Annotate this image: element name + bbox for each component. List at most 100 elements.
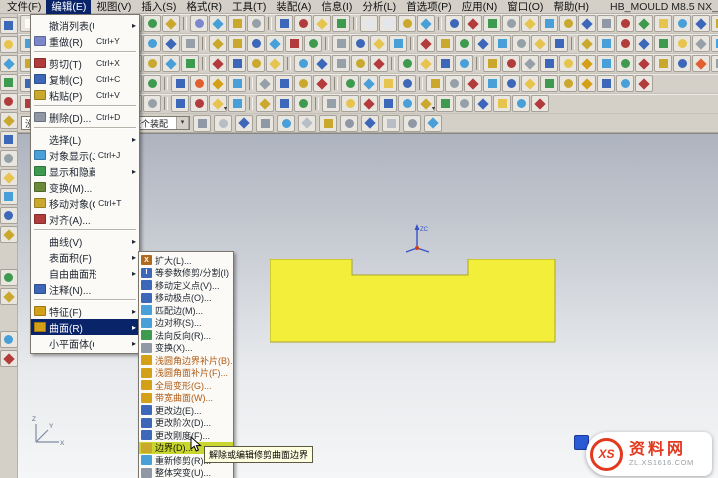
toolbar-icon[interactable] bbox=[711, 15, 718, 32]
selection-tool-icon[interactable] bbox=[214, 115, 232, 132]
toolbar-icon[interactable] bbox=[181, 35, 199, 52]
toolbar-icon[interactable] bbox=[616, 75, 634, 92]
toolbar-icon[interactable] bbox=[521, 15, 539, 32]
surface-submenu-item[interactable]: 浅圆角边界补片(B)... bbox=[139, 354, 233, 367]
surface-submenu-item[interactable]: 更改刚度(F)... bbox=[139, 429, 233, 442]
toolbar-icon[interactable] bbox=[711, 55, 718, 72]
menubar-item[interactable]: 分析(L) bbox=[357, 0, 401, 15]
toolbar-icon[interactable] bbox=[417, 15, 435, 32]
left-toolbar-icon[interactable] bbox=[0, 207, 18, 224]
left-toolbar-icon[interactable] bbox=[0, 131, 18, 148]
toolbar-icon[interactable] bbox=[483, 75, 501, 92]
toolbar-icon[interactable] bbox=[256, 75, 274, 92]
toolbar-icon[interactable] bbox=[379, 95, 397, 112]
toolbar-icon[interactable] bbox=[304, 35, 322, 52]
surface-submenu-item[interactable]: 全局变形(G)... bbox=[139, 379, 233, 392]
toolbar-icon[interactable] bbox=[351, 35, 369, 52]
menubar-item[interactable]: 工具(T) bbox=[227, 0, 271, 15]
selection-tool-icon[interactable] bbox=[361, 115, 379, 132]
toolbar-icon[interactable] bbox=[398, 75, 416, 92]
toolbar-icon[interactable] bbox=[436, 35, 454, 52]
toolbar-icon[interactable] bbox=[266, 35, 284, 52]
left-toolbar-icon[interactable] bbox=[0, 93, 18, 110]
selection-tool-icon[interactable] bbox=[256, 115, 274, 132]
toolbar-icon[interactable] bbox=[654, 55, 672, 72]
surface-submenu-item[interactable]: X扩大(L)... bbox=[139, 254, 233, 267]
edit-menu-item[interactable]: 对象显示(J)...Ctrl+J bbox=[31, 147, 139, 163]
toolbar-icon[interactable] bbox=[512, 95, 530, 112]
edit-menu-item[interactable]: 选择(L)▸ bbox=[31, 131, 139, 147]
toolbar-icon[interactable] bbox=[398, 55, 416, 72]
toolbar-icon[interactable] bbox=[559, 15, 577, 32]
toolbar-icon[interactable] bbox=[379, 75, 397, 92]
edit-menu-item[interactable]: 曲面(R)▸ bbox=[31, 319, 139, 335]
toolbar-icon[interactable] bbox=[417, 35, 435, 52]
toolbar-icon[interactable] bbox=[616, 15, 634, 32]
surface-submenu-item[interactable]: 法向反向(R)... bbox=[139, 329, 233, 342]
toolbar-icon[interactable] bbox=[398, 15, 416, 32]
menubar-item[interactable]: 视图(V) bbox=[91, 0, 136, 15]
edit-menu-item[interactable]: 注释(N)... bbox=[31, 281, 139, 297]
toolbar-icon[interactable] bbox=[398, 95, 416, 112]
surface-submenu-item[interactable]: 变换(X)... bbox=[139, 342, 233, 355]
toolbar-icon[interactable] bbox=[474, 95, 492, 112]
menubar-item[interactable]: 应用(N) bbox=[457, 0, 503, 15]
toolbar-icon[interactable] bbox=[635, 15, 653, 32]
edit-menu-item[interactable]: 删除(D)...Ctrl+D bbox=[31, 109, 139, 125]
edit-menu-item[interactable]: 重做(R)Ctrl+Y bbox=[31, 33, 139, 49]
menubar-item[interactable]: 帮助(H) bbox=[548, 0, 594, 15]
toolbar-icon[interactable] bbox=[228, 15, 246, 32]
toolbar-icon[interactable] bbox=[578, 55, 596, 72]
toolbar-icon[interactable] bbox=[521, 75, 539, 92]
toolbar-icon[interactable] bbox=[692, 55, 710, 72]
selection-tool-icon[interactable] bbox=[340, 115, 358, 132]
toolbar-icon[interactable] bbox=[436, 95, 454, 112]
toolbar-icon[interactable] bbox=[162, 55, 180, 72]
toolbar-icon[interactable] bbox=[540, 75, 558, 92]
toolbar-icon[interactable] bbox=[370, 55, 388, 72]
toolbar-icon[interactable] bbox=[351, 55, 369, 72]
toolbar-icon[interactable] bbox=[483, 15, 501, 32]
toolbar-icon[interactable] bbox=[322, 95, 340, 112]
toolbar-icon[interactable] bbox=[209, 35, 227, 52]
toolbar-icon[interactable] bbox=[143, 15, 161, 32]
toolbar-icon[interactable] bbox=[635, 55, 653, 72]
model-body[interactable] bbox=[270, 259, 555, 342]
edit-menu-item[interactable]: 曲线(V)▸ bbox=[31, 233, 139, 249]
surface-submenu-item[interactable]: 边对称(S)... bbox=[139, 317, 233, 330]
toolbar-icon[interactable] bbox=[389, 35, 407, 52]
toolbar-icon[interactable] bbox=[597, 15, 615, 32]
selection-tool-icon[interactable] bbox=[403, 115, 421, 132]
surface-submenu-item[interactable]: 匹配边(M)... bbox=[139, 304, 233, 317]
left-toolbar-icon[interactable] bbox=[0, 269, 18, 286]
toolbar-icon[interactable] bbox=[247, 15, 265, 32]
toolbar-icon[interactable] bbox=[445, 15, 463, 32]
toolbar-icon[interactable] bbox=[285, 35, 303, 52]
left-toolbar-icon[interactable] bbox=[0, 188, 18, 205]
selection-tool-icon[interactable] bbox=[319, 115, 337, 132]
edit-menu-item[interactable]: 显示和隐藏(H)▸ bbox=[31, 163, 139, 179]
menubar-item[interactable]: 插入(S) bbox=[136, 0, 181, 15]
toolbar-icon[interactable] bbox=[635, 75, 653, 92]
toolbar-icon[interactable] bbox=[483, 55, 501, 72]
edit-menu-item[interactable]: 变换(M)... bbox=[31, 179, 139, 195]
edit-menu-item[interactable]: 自由曲面形状(Z)▸ bbox=[31, 265, 139, 281]
toolbar-icon[interactable] bbox=[616, 55, 634, 72]
toolbar-icon[interactable] bbox=[190, 75, 208, 92]
selection-tool-icon[interactable] bbox=[277, 115, 295, 132]
toolbar-icon[interactable] bbox=[493, 95, 511, 112]
edit-menu-item[interactable]: 小平面体(C)▸ bbox=[31, 335, 139, 351]
menubar-item[interactable]: 编辑(E) bbox=[46, 0, 91, 15]
surface-submenu-item[interactable]: I等参数修剪/分割(I) bbox=[139, 267, 233, 280]
toolbar-icon[interactable] bbox=[531, 95, 549, 112]
edit-menu-item[interactable]: 移动对象(O)...Ctrl+T bbox=[31, 195, 139, 211]
toolbar-icon[interactable] bbox=[341, 95, 359, 112]
left-toolbar-icon[interactable] bbox=[0, 17, 18, 34]
toolbar-icon[interactable] bbox=[512, 35, 530, 52]
selection-tool-icon[interactable] bbox=[193, 115, 211, 132]
surface-submenu-item[interactable]: 更改阶次(D)... bbox=[139, 417, 233, 430]
selection-tool-icon[interactable] bbox=[298, 115, 316, 132]
toolbar-icon[interactable] bbox=[209, 55, 227, 72]
toolbar-icon[interactable] bbox=[426, 75, 444, 92]
selection-tool-icon[interactable] bbox=[382, 115, 400, 132]
